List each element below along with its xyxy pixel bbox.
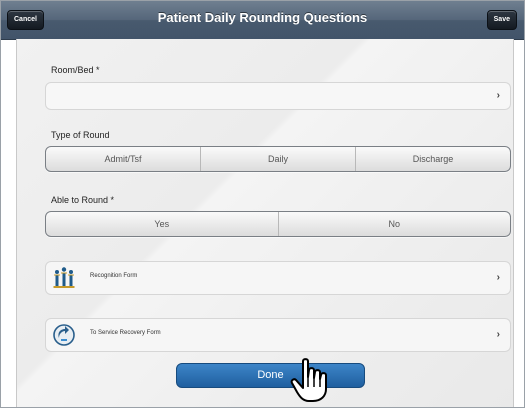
save-button[interactable]: Save xyxy=(486,10,517,30)
chevron-right-icon: › xyxy=(496,90,500,101)
type-of-round-segmented-control: Admit/Tsf Daily Discharge xyxy=(45,146,511,172)
form-panel: Room/Bed * › Type of Round Admit/Tsf Dai… xyxy=(16,39,514,407)
able-to-round-segmented-control: Yes No xyxy=(45,211,511,237)
segment-yes[interactable]: Yes xyxy=(46,212,279,236)
page-title: Patient Daily Rounding Questions xyxy=(157,10,368,25)
segment-admit-tsf[interactable]: Admit/Tsf xyxy=(46,147,201,171)
type-of-round-label: Type of Round xyxy=(51,130,110,140)
app-window: Cancel Patient Daily Rounding Questions … xyxy=(0,0,525,408)
room-bed-field[interactable]: › xyxy=(45,82,511,110)
hand-pointer-cursor-icon xyxy=(290,358,327,402)
segment-discharge[interactable]: Discharge xyxy=(356,147,510,171)
chevron-right-icon: › xyxy=(496,329,500,340)
service-recovery-form-label: To Service Recovery Form xyxy=(90,330,161,336)
recognition-form-row[interactable]: Recognition Form › xyxy=(45,261,511,295)
service-recovery-form-row[interactable]: To Service Recovery Form › xyxy=(45,318,511,352)
segment-no[interactable]: No xyxy=(279,212,511,236)
able-to-round-label: Able to Round * xyxy=(51,195,115,205)
room-bed-label: Room/Bed * xyxy=(51,65,100,75)
chevron-right-icon: › xyxy=(496,272,500,283)
navigation-bar: Cancel Patient Daily Rounding Questions … xyxy=(1,1,524,40)
service-recovery-icon xyxy=(53,324,75,346)
segment-daily[interactable]: Daily xyxy=(201,147,356,171)
done-button[interactable]: Done xyxy=(176,363,365,388)
recognition-people-icon xyxy=(53,267,75,288)
recognition-form-label: Recognition Form xyxy=(90,273,138,279)
